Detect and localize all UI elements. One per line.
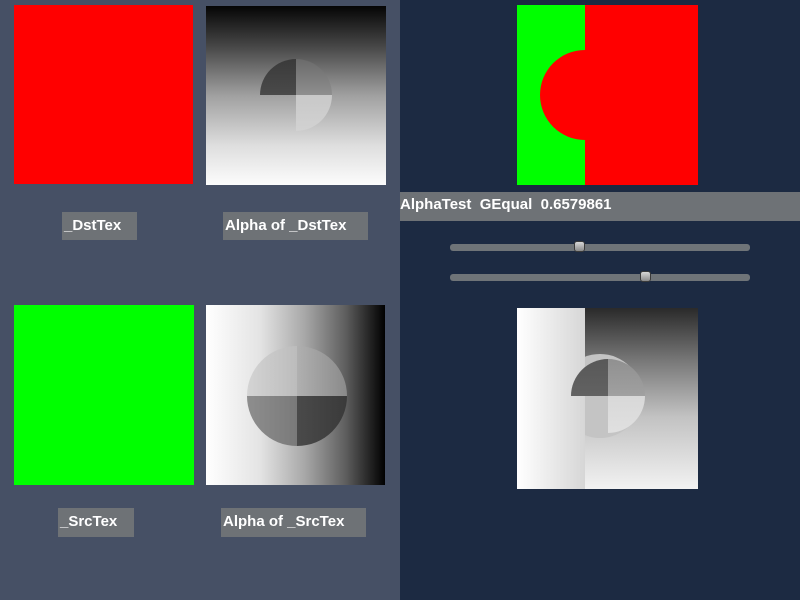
slider-thumb[interactable] [640, 271, 651, 282]
alpha-test-status: AlphaTest GEqual 0.6579861 [400, 192, 800, 221]
src-tex-label: _SrcTex [58, 508, 134, 537]
src-alpha-preview [206, 305, 385, 485]
alpha-test-mode: AlphaTest [400, 196, 472, 213]
result-color-preview [517, 5, 698, 185]
dst-alpha-label: Alpha of _DstTex [223, 212, 368, 240]
src-tex-preview [14, 305, 194, 485]
dst-tex-preview [14, 5, 193, 184]
slider-thumb[interactable] [574, 241, 585, 252]
alpha-test-compare: GEqual [479, 196, 533, 213]
dst-alpha-preview [206, 6, 386, 185]
second-slider[interactable] [450, 271, 750, 282]
alpha-test-threshold: 0.6579861 [540, 196, 612, 213]
dst-tex-label: _DstTex [62, 212, 137, 240]
alpha-threshold-slider[interactable] [450, 241, 750, 252]
result-alpha-preview [517, 308, 698, 489]
src-alpha-label: Alpha of _SrcTex [221, 508, 366, 537]
